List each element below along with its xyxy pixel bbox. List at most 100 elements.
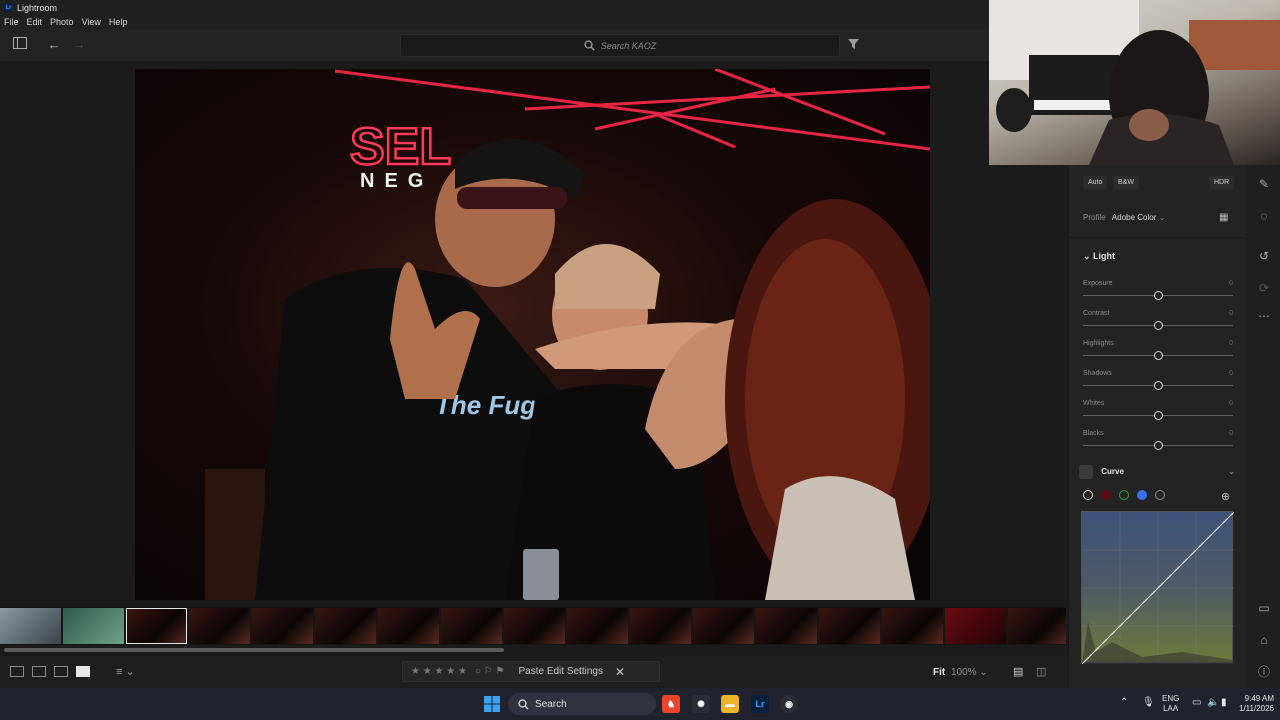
history-icon[interactable]: ↺ (1257, 249, 1271, 263)
versions-icon[interactable]: ⟳ (1257, 281, 1271, 295)
light-section-header[interactable]: ⌄ Light (1083, 251, 1115, 262)
red-channel-icon[interactable] (1101, 490, 1111, 500)
volume-icon[interactable]: 🔈 (1207, 698, 1219, 708)
filmstrip-thumb[interactable] (1008, 608, 1066, 644)
slider-label: Contrast (1083, 310, 1110, 317)
blue-channel-icon[interactable] (1137, 490, 1147, 500)
microphone-icon[interactable]: 🎙 (1142, 698, 1155, 708)
file-explorer-icon[interactable]: ▬ (721, 695, 739, 713)
filmstrip-thumb[interactable] (882, 608, 943, 644)
before-after-icon[interactable]: ◫ (1036, 665, 1046, 678)
single-view-icon[interactable] (76, 666, 90, 677)
profile-row[interactable]: Profile Adobe Color ⌄ (1083, 213, 1165, 222)
slider-knob[interactable] (1154, 411, 1163, 420)
filmstrip-thumb[interactable] (378, 608, 439, 644)
comments-icon[interactable]: ▭ (1257, 601, 1271, 615)
menu-photo[interactable]: Photo (50, 17, 74, 27)
slider-value[interactable]: 0 (1229, 430, 1233, 437)
green-channel-icon[interactable] (1119, 490, 1129, 500)
tag-icon[interactable]: ⌂ (1257, 633, 1271, 647)
rgb-channel-icon[interactable] (1083, 490, 1093, 500)
language-indicator[interactable]: ENG LAA (1162, 694, 1179, 714)
taskbar-search-input[interactable]: Search (508, 693, 656, 715)
whites-slider[interactable]: Whites 0 (1083, 400, 1233, 430)
filter-icon[interactable] (845, 37, 861, 53)
panel-toggle-icon[interactable] (12, 37, 28, 53)
parametric-curve-icon[interactable] (1155, 490, 1165, 500)
fit-zoom-label[interactable]: Fit (933, 667, 945, 678)
curve-toggle-icon[interactable] (1079, 465, 1093, 479)
chevron-down-icon[interactable]: ⌄ (1228, 467, 1235, 476)
profile-browser-icon[interactable]: ▦ (1219, 212, 1228, 223)
highlights-slider[interactable]: Highlights 0 (1083, 340, 1233, 370)
filmstrip-thumb[interactable] (819, 608, 880, 644)
filmstrip-thumb-selected[interactable] (126, 608, 187, 644)
filmstrip-thumb[interactable] (189, 608, 250, 644)
grid-view-icon[interactable] (10, 666, 24, 677)
shadows-slider[interactable]: Shadows 0 (1083, 370, 1233, 400)
filmstrip-thumb[interactable] (756, 608, 817, 644)
slider-knob[interactable] (1154, 321, 1163, 330)
star-rating[interactable]: ★ ★ ★ ★ ★ (411, 666, 467, 677)
windows-start-icon[interactable] (484, 696, 500, 712)
menu-help[interactable]: Help (109, 17, 128, 27)
filmstrip-thumb[interactable] (630, 608, 691, 644)
slider-value[interactable]: 0 (1229, 370, 1233, 377)
forward-arrow-icon[interactable]: → (71, 37, 87, 53)
brave-browser-icon[interactable]: ♞ (662, 695, 680, 713)
filmstrip-thumb[interactable] (315, 608, 376, 644)
menu-view[interactable]: View (82, 17, 101, 27)
slider-knob[interactable] (1154, 441, 1163, 450)
target-adjust-icon[interactable]: ⊕ (1221, 490, 1230, 503)
flag-icons[interactable]: ○ ⚐ ⚑ (475, 666, 505, 677)
clock[interactable]: 9:49 AM 1/11/2026 (1228, 694, 1274, 714)
filmstrip-thumb[interactable] (567, 608, 628, 644)
slider-value[interactable]: 0 (1229, 340, 1233, 347)
curve-section-label: Curve (1101, 467, 1124, 477)
filmstrip-scrollbar[interactable] (4, 648, 504, 652)
obs-icon[interactable]: ◉ (780, 695, 798, 713)
close-icon[interactable]: ✕ (615, 665, 625, 679)
sort-icon[interactable]: ≡ ⌄ (116, 665, 135, 678)
compare-view-icon[interactable]: ▤ (1013, 665, 1023, 678)
tray-chevron-icon[interactable]: ⌃ (1120, 698, 1128, 708)
filmstrip-thumb[interactable] (252, 608, 313, 644)
tone-curve-graph[interactable] (1081, 511, 1235, 665)
slider-knob[interactable] (1154, 291, 1163, 300)
slider-value[interactable]: 0 (1229, 400, 1233, 407)
slider-value[interactable]: 0 (1229, 310, 1233, 317)
square-grid-view-icon[interactable] (32, 666, 46, 677)
filmstrip-thumb[interactable] (63, 608, 124, 644)
hdr-button[interactable]: HDR (1209, 176, 1235, 190)
lightroom-taskbar-icon[interactable]: Lr (751, 695, 769, 713)
slider-knob[interactable] (1154, 351, 1163, 360)
filmstrip-thumb[interactable] (0, 608, 61, 644)
mask-icon[interactable]: ◌ (1257, 209, 1271, 223)
filmstrip-thumb[interactable] (441, 608, 502, 644)
blacks-slider[interactable]: Blacks 0 (1083, 430, 1233, 460)
detail-view-icon[interactable] (54, 666, 68, 677)
edit-brush-icon[interactable]: ✎ (1257, 177, 1271, 191)
more-icon[interactable]: ⋯ (1257, 309, 1271, 323)
zoom-level-dropdown[interactable]: 100% ⌄ (951, 667, 988, 678)
chatgpt-icon[interactable]: ✺ (692, 695, 710, 713)
menu-edit[interactable]: Edit (27, 17, 43, 27)
bw-button[interactable]: B&W (1113, 176, 1139, 190)
network-icon[interactable]: ▭ (1192, 698, 1201, 708)
curve-section-header[interactable]: Curve ⌄ (1079, 465, 1235, 481)
battery-icon[interactable]: ▮ (1221, 698, 1227, 708)
slider-knob[interactable] (1154, 381, 1163, 390)
menu-file[interactable]: File (4, 17, 19, 27)
filmstrip-thumb[interactable] (693, 608, 754, 644)
paste-edit-settings-button[interactable]: Paste Edit Settings (518, 666, 603, 677)
slider-value[interactable]: 0 (1229, 280, 1233, 287)
info-icon[interactable]: ⓘ (1257, 665, 1271, 679)
auto-button[interactable]: Auto (1083, 176, 1108, 190)
filmstrip-thumb[interactable] (504, 608, 565, 644)
contrast-slider[interactable]: Contrast 0 (1083, 310, 1233, 340)
back-arrow-icon[interactable]: ← (46, 37, 62, 53)
filmstrip-thumb[interactable] (945, 608, 1006, 644)
main-photo[interactable]: SEL NEG The Fugee (135, 69, 930, 600)
exposure-slider[interactable]: Exposure 0 (1083, 280, 1233, 310)
search-input[interactable]: Search KAOZ (400, 34, 840, 57)
